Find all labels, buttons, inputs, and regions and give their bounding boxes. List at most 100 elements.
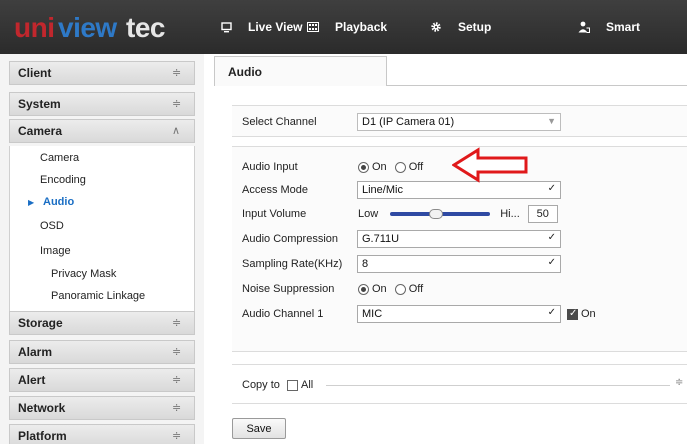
sidebar-group-label: Platform [18, 429, 67, 443]
svg-text:view: view [58, 12, 117, 43]
input-volume-control: Low Hi... 50 [358, 205, 558, 223]
select-channel-value: D1 (IP Camera 01) [362, 116, 455, 128]
audio-channel-1-value: MIC [362, 308, 383, 320]
copy-to-all: All [287, 379, 313, 391]
sidebar-group-network[interactable]: Network ≑ [9, 396, 195, 420]
person-icon [578, 21, 590, 33]
nav-setup[interactable]: Setup [430, 0, 491, 54]
audio-input-off-label: Off [408, 161, 424, 173]
noise-suppression-radio-group: On Off [358, 283, 431, 295]
sidebar-group-alert[interactable]: Alert ≑ [9, 368, 195, 392]
sidebar-group-client[interactable]: Client ≑ [9, 61, 195, 85]
noise-suppression-on-radio[interactable] [358, 283, 369, 295]
nav-live-view-label: Live View [248, 20, 303, 34]
audio-channel-1-enable-label: On [581, 308, 596, 320]
noise-suppression-row: Noise Suppression On Off [232, 277, 687, 301]
select-channel-row: Select Channel D1 (IP Camera 01) ▼ [232, 110, 687, 134]
tab-strip: Audio [214, 56, 687, 86]
input-volume-value: 50 [536, 208, 549, 220]
sidebar-group-label: Alert [18, 373, 46, 387]
sidebar-group-platform[interactable]: Platform ≑ [9, 424, 195, 444]
svg-text:uni: uni [14, 12, 55, 43]
audio-compression-select[interactable]: G.711U ✓ [357, 230, 561, 248]
nav-setup-label: Setup [458, 20, 492, 34]
setup-sidebar: Client ≑ System ≑ Camera ∧ Camera Encodi… [0, 54, 204, 444]
sampling-rate-row: Sampling Rate(KHz) 8 ✓ [232, 252, 687, 276]
sidebar-item-camera[interactable]: Camera [40, 152, 79, 164]
chevron-down-icon[interactable]: ≑ [675, 377, 683, 388]
chevron-down-icon: ≑ [172, 67, 182, 79]
input-volume-label: Input Volume [242, 208, 307, 220]
chevron-down-icon: ✓ [547, 257, 556, 268]
nav-playback[interactable]: Playback [307, 0, 387, 54]
main-content: Audio Select Channel D1 (IP Camera 01) ▼… [214, 54, 687, 444]
sidebar-item-privacy-mask[interactable]: Privacy Mask [51, 268, 116, 280]
sidebar-group-label: Network [18, 401, 66, 415]
chevron-down-icon: ▼ [547, 116, 556, 126]
chevron-down-icon: ≑ [172, 346, 182, 358]
chevron-down-icon: ✓ [547, 307, 556, 318]
noise-suppression-label: Noise Suppression [242, 283, 335, 295]
slider-thumb[interactable] [429, 209, 444, 219]
monitor-icon [221, 21, 232, 32]
audio-channel-1-label: Audio Channel 1 [242, 308, 324, 320]
chevron-down-icon: ≑ [172, 317, 182, 329]
film-icon [307, 22, 319, 32]
active-item-arrow-icon: ▶ [28, 198, 35, 207]
copy-to-all-label: All [301, 379, 314, 391]
svg-text:tec: tec [126, 12, 165, 43]
volume-low-label: Low [358, 208, 379, 220]
audio-input-off-radio[interactable] [394, 161, 406, 173]
input-volume-value-field[interactable]: 50 [527, 205, 558, 223]
audio-channel-1-select[interactable]: MIC ✓ [357, 305, 561, 323]
sidebar-group-system[interactable]: System ≑ [9, 92, 195, 116]
audio-input-radio-group: On Off [358, 161, 431, 173]
save-button[interactable]: Save [232, 418, 286, 439]
sidebar-item-audio[interactable]: Audio [43, 196, 74, 208]
input-volume-slider[interactable] [390, 207, 491, 221]
sampling-rate-label: Sampling Rate(KHz) [242, 258, 343, 270]
audio-input-label: Audio Input [242, 161, 298, 173]
sidebar-item-image[interactable]: Image [40, 245, 71, 257]
noise-suppression-off-label: Off [408, 283, 424, 295]
noise-suppression-off-radio[interactable] [394, 283, 406, 295]
sidebar-item-osd[interactable]: OSD [40, 220, 64, 232]
nav-smart[interactable]: Smart [578, 0, 640, 54]
chevron-up-icon: ∧ [172, 125, 181, 137]
chevron-down-icon: ≑ [172, 98, 182, 110]
sidebar-item-encoding[interactable]: Encoding [40, 174, 86, 186]
access-mode-value: Line/Mic [362, 184, 403, 196]
chevron-down-icon: ✓ [547, 183, 556, 194]
top-navigation-bar: uni view tec Live View Playback Setup Sm… [0, 0, 687, 54]
audio-input-on-radio[interactable] [358, 161, 369, 173]
access-mode-select[interactable]: Line/Mic ✓ [357, 181, 561, 199]
copy-to-row: Copy to All ≑ [232, 373, 687, 397]
sidebar-group-label: Client [18, 66, 52, 80]
audio-compression-value: G.711U [362, 233, 400, 245]
sidebar-group-label: Storage [18, 316, 63, 330]
sidebar-item-panoramic-linkage[interactable]: Panoramic Linkage [51, 290, 145, 302]
chevron-down-icon: ≑ [172, 374, 182, 386]
copy-to-all-checkbox[interactable] [287, 379, 298, 391]
sidebar-group-storage[interactable]: Storage ≑ [9, 311, 195, 335]
select-channel-label: Select Channel [242, 116, 317, 128]
chevron-down-icon: ✓ [547, 232, 556, 243]
access-mode-label: Access Mode [242, 184, 309, 196]
audio-channel-1-enable-checkbox[interactable] [567, 308, 578, 320]
sidebar-group-label: Alarm [18, 345, 53, 359]
sampling-rate-value: 8 [362, 258, 369, 270]
copy-to-panel: Copy to All ≑ [232, 364, 687, 404]
chevron-down-icon: ≑ [172, 402, 182, 414]
sidebar-group-camera[interactable]: Camera ∧ [9, 119, 195, 143]
audio-compression-label: Audio Compression [242, 233, 338, 245]
nav-live-view[interactable]: Live View [221, 0, 302, 54]
copy-to-label: Copy to [242, 379, 280, 391]
select-channel-dropdown[interactable]: D1 (IP Camera 01) ▼ [357, 113, 561, 131]
uniview-logo: uni view tec [14, 12, 165, 43]
audio-channel-1-row: Audio Channel 1 MIC ✓ On [232, 302, 687, 326]
sampling-rate-select[interactable]: 8 ✓ [357, 255, 561, 273]
sidebar-group-alarm[interactable]: Alarm ≑ [9, 340, 195, 364]
tab-audio[interactable]: Audio [214, 56, 387, 86]
copy-to-divider [326, 385, 670, 386]
chevron-down-icon: ≑ [172, 430, 182, 442]
